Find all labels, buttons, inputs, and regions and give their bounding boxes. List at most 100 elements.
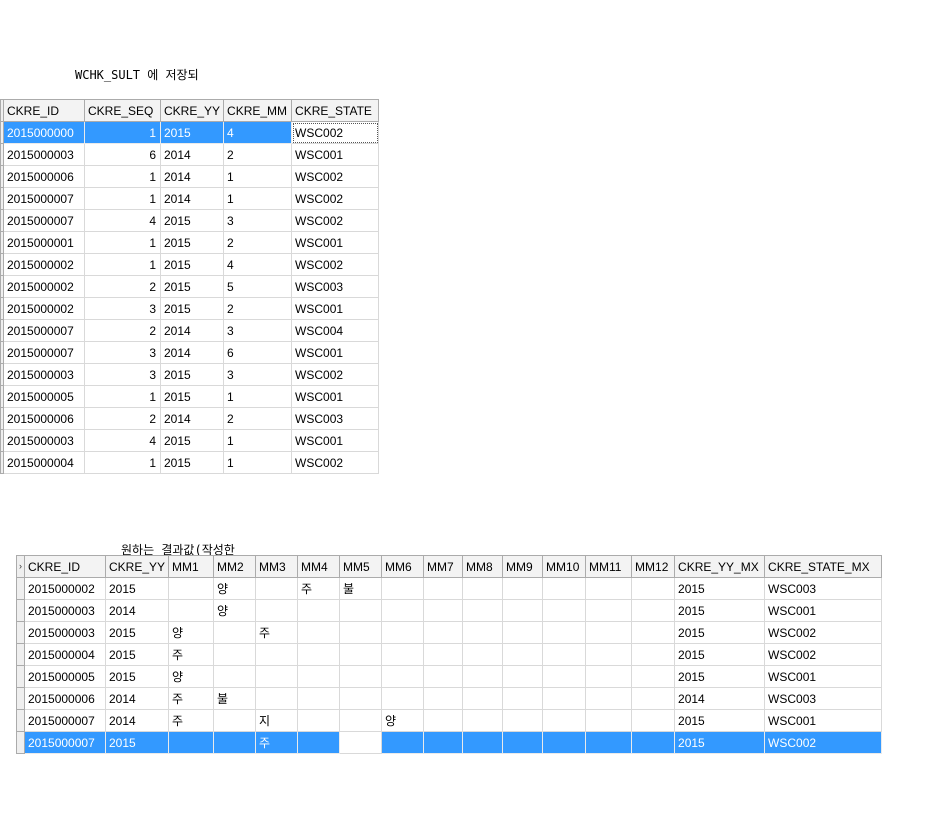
- cell[interactable]: 2015: [675, 600, 765, 622]
- column-header-CKRE_SEQ[interactable]: CKRE_SEQ: [85, 100, 161, 122]
- cell[interactable]: 1: [85, 122, 161, 144]
- cell[interactable]: WSC001: [765, 666, 882, 688]
- cell[interactable]: [503, 578, 543, 600]
- cell[interactable]: [543, 600, 586, 622]
- cell[interactable]: 2015000007: [4, 188, 85, 210]
- column-header-MM3[interactable]: MM3: [256, 556, 298, 578]
- cell[interactable]: [543, 688, 586, 710]
- cell[interactable]: 2015: [106, 644, 169, 666]
- column-header-CKRE_YY[interactable]: CKRE_YY: [161, 100, 224, 122]
- cell[interactable]: [340, 732, 382, 754]
- row-selector[interactable]: [17, 732, 25, 754]
- row-selector-header[interactable]: ›: [17, 556, 25, 578]
- cell[interactable]: 2015: [675, 710, 765, 732]
- cell[interactable]: 2015: [161, 210, 224, 232]
- cell[interactable]: [543, 732, 586, 754]
- cell[interactable]: 2014: [675, 688, 765, 710]
- cell[interactable]: [503, 644, 543, 666]
- row-selector[interactable]: [17, 688, 25, 710]
- cell[interactable]: [382, 622, 424, 644]
- cell[interactable]: 2015000007: [4, 210, 85, 232]
- cell[interactable]: [382, 578, 424, 600]
- cell[interactable]: [298, 688, 340, 710]
- cell[interactable]: 3: [85, 298, 161, 320]
- cell[interactable]: 2015: [161, 276, 224, 298]
- cell[interactable]: 2015: [106, 666, 169, 688]
- cell[interactable]: WSC001: [292, 232, 379, 254]
- cell[interactable]: 2014: [161, 144, 224, 166]
- cell[interactable]: 2015000003: [4, 430, 85, 452]
- cell[interactable]: [632, 710, 675, 732]
- cell[interactable]: 2015000003: [4, 144, 85, 166]
- cell[interactable]: 2: [85, 408, 161, 430]
- cell[interactable]: 2: [224, 144, 292, 166]
- cell[interactable]: 1: [85, 232, 161, 254]
- cell[interactable]: 2015: [675, 666, 765, 688]
- cell[interactable]: 2015000002: [4, 254, 85, 276]
- cell[interactable]: 3: [85, 364, 161, 386]
- cell[interactable]: [463, 644, 503, 666]
- cell[interactable]: 3: [224, 364, 292, 386]
- cell[interactable]: [424, 600, 463, 622]
- cell[interactable]: WSC004: [292, 320, 379, 342]
- cell[interactable]: 2015: [161, 430, 224, 452]
- cell[interactable]: 2015: [106, 622, 169, 644]
- cell[interactable]: [424, 666, 463, 688]
- cell[interactable]: [632, 600, 675, 622]
- cell[interactable]: [424, 710, 463, 732]
- cell[interactable]: 주: [169, 644, 214, 666]
- cell[interactable]: [463, 578, 503, 600]
- cell[interactable]: 2: [85, 276, 161, 298]
- cell[interactable]: 3: [224, 210, 292, 232]
- cell[interactable]: [586, 710, 632, 732]
- column-header-MM2[interactable]: MM2: [214, 556, 256, 578]
- cell[interactable]: 지: [256, 710, 298, 732]
- cell[interactable]: 5: [224, 276, 292, 298]
- cell[interactable]: 2014: [161, 320, 224, 342]
- cell[interactable]: 2015000001: [4, 232, 85, 254]
- cell[interactable]: 2015: [161, 364, 224, 386]
- cell[interactable]: 4: [85, 210, 161, 232]
- row-selector[interactable]: [17, 578, 25, 600]
- cell[interactable]: [632, 688, 675, 710]
- cell[interactable]: 2015000002: [4, 276, 85, 298]
- cell[interactable]: 양: [382, 710, 424, 732]
- cell[interactable]: 2015000003: [4, 364, 85, 386]
- cell[interactable]: 2015: [161, 232, 224, 254]
- cell[interactable]: 2014: [161, 342, 224, 364]
- cell[interactable]: [382, 600, 424, 622]
- column-header-MM6[interactable]: MM6: [382, 556, 424, 578]
- cell[interactable]: 1: [224, 386, 292, 408]
- row-selector[interactable]: [17, 666, 25, 688]
- cell[interactable]: WSC003: [765, 578, 882, 600]
- cell[interactable]: 2015: [675, 732, 765, 754]
- cell[interactable]: WSC002: [292, 166, 379, 188]
- column-header-CKRE_ID[interactable]: CKRE_ID: [25, 556, 106, 578]
- cell[interactable]: 양: [214, 600, 256, 622]
- cell[interactable]: 2015000003: [25, 600, 106, 622]
- cell[interactable]: [214, 710, 256, 732]
- cell[interactable]: 2015000006: [4, 166, 85, 188]
- cell[interactable]: 2014: [106, 600, 169, 622]
- cell[interactable]: [298, 600, 340, 622]
- cell[interactable]: 2015000003: [25, 622, 106, 644]
- cell[interactable]: 2014: [161, 166, 224, 188]
- cell[interactable]: [543, 622, 586, 644]
- cell[interactable]: [424, 688, 463, 710]
- cell[interactable]: 2015: [161, 386, 224, 408]
- cell[interactable]: 4: [224, 254, 292, 276]
- cell[interactable]: WSC001: [765, 600, 882, 622]
- cell[interactable]: 2015: [106, 578, 169, 600]
- cell[interactable]: WSC002: [765, 622, 882, 644]
- cell[interactable]: WSC001: [292, 430, 379, 452]
- cell[interactable]: [340, 710, 382, 732]
- cell[interactable]: [169, 732, 214, 754]
- cell[interactable]: [424, 578, 463, 600]
- cell[interactable]: [503, 622, 543, 644]
- cell[interactable]: [214, 666, 256, 688]
- cell[interactable]: 2: [85, 320, 161, 342]
- cell[interactable]: [632, 666, 675, 688]
- cell[interactable]: [632, 644, 675, 666]
- cell[interactable]: [543, 710, 586, 732]
- cell[interactable]: 2015000002: [4, 298, 85, 320]
